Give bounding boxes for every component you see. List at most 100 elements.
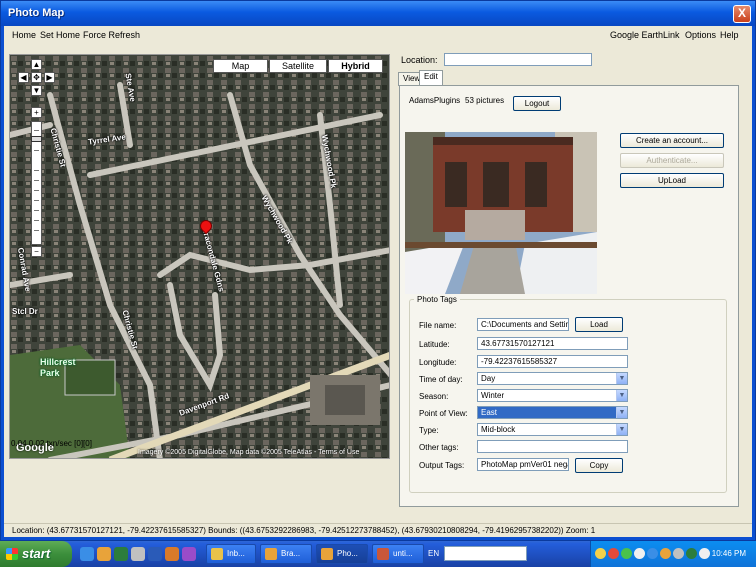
chevron-down-icon[interactable]: ▼ [616, 390, 627, 401]
language-indicator[interactable]: EN [428, 549, 439, 558]
tray-icon[interactable] [660, 548, 671, 559]
type-value: Mid-block [481, 425, 516, 434]
tab-edit[interactable]: Edit [419, 70, 443, 86]
picture-count: 53 pictures [465, 96, 505, 105]
volume-icon[interactable] [699, 548, 710, 559]
transaction-readout: 0.04 0.02 txn/sec [0][0] [11, 439, 92, 448]
other-tags-label: Other tags: [419, 443, 459, 452]
taskbar-item-untitled[interactable]: unti... [372, 544, 424, 564]
excel-icon[interactable] [114, 547, 128, 561]
account-username: AdamsPlugins [409, 96, 461, 105]
mail-icon [211, 548, 223, 560]
title-bar[interactable]: Photo Map X [1, 1, 755, 26]
pan-left-icon[interactable]: ◀ [18, 72, 29, 83]
browser-icon[interactable] [80, 547, 94, 561]
menu-options[interactable]: Options [685, 30, 716, 40]
menu-home[interactable]: Home [12, 30, 36, 40]
desktop-search-input[interactable] [444, 546, 527, 561]
word-icon[interactable] [148, 547, 162, 561]
tray-icon[interactable] [686, 548, 697, 559]
taskbar: start Inb... Bra... Pho... unti... EN 10… [0, 541, 756, 567]
map-copyright[interactable]: Imagery ©2005 DigitalGlobe, Map data ©20… [138, 449, 359, 456]
powerpoint-icon[interactable] [165, 547, 179, 561]
chevron-down-icon[interactable]: ▼ [616, 407, 627, 418]
authenticate-button: Authenticate... [620, 153, 724, 168]
start-button[interactable]: start [0, 541, 72, 567]
zoom-slider-handle[interactable] [31, 136, 42, 142]
zoom-slider-track[interactable] [31, 121, 42, 245]
menu-link[interactable]: Link [663, 30, 680, 40]
pan-right-icon[interactable]: ▶ [44, 72, 55, 83]
output-tags-label: Output Tags: [419, 461, 465, 470]
load-button[interactable]: Load [575, 317, 623, 332]
map-type-satellite[interactable]: Satellite [269, 59, 327, 73]
point-of-view-select[interactable]: East ▼ [477, 406, 628, 419]
app-window: Photo Map X Home Set Home Force Refresh … [0, 0, 756, 541]
park-label: Hillcrest Park [40, 357, 76, 378]
longitude-label: Longitude: [419, 358, 457, 367]
time-of-day-value: Day [481, 374, 496, 383]
season-label: Season: [419, 392, 449, 401]
copy-button[interactable]: Copy [575, 458, 623, 473]
system-tray: 10:46 PM [590, 541, 756, 567]
menu-set-home[interactable]: Set Home [40, 30, 80, 40]
type-label: Type: [419, 426, 439, 435]
taskbar-item-photo-map[interactable]: Pho... [316, 544, 368, 564]
tray-icon[interactable] [595, 548, 606, 559]
zoom-in-icon[interactable]: + [31, 107, 42, 118]
logout-button[interactable]: Logout [513, 96, 561, 111]
location-input[interactable] [444, 53, 592, 66]
app-icon[interactable] [182, 547, 196, 561]
other-tags-input[interactable] [477, 440, 628, 453]
file-name-label: File name: [419, 321, 457, 330]
pan-up-icon[interactable]: ▲ [31, 59, 42, 70]
file-name-input[interactable]: C:\Documents and Settin [477, 318, 569, 331]
desktop-icon[interactable] [131, 547, 145, 561]
map-type-hybrid[interactable]: Hybrid [328, 59, 383, 73]
map-imagery [10, 55, 389, 458]
paint-icon [377, 548, 389, 560]
firefox-icon[interactable] [97, 547, 111, 561]
point-of-view-value: East [481, 408, 498, 417]
menu-google-earth[interactable]: Google Earth [610, 30, 663, 40]
tray-icon[interactable] [673, 548, 684, 559]
create-account-button[interactable]: Create an account... [620, 133, 724, 148]
tray-icon[interactable] [647, 548, 658, 559]
clock[interactable]: 10:46 PM [712, 549, 746, 558]
firefox-icon [321, 548, 333, 560]
status-bar: Location: (43.67731570127121, -79.422376… [4, 523, 752, 538]
menu-help[interactable]: Help [720, 30, 739, 40]
location-label: Location: [401, 55, 438, 65]
close-button[interactable]: X [733, 5, 751, 23]
type-select[interactable]: Mid-block ▼ [477, 423, 628, 436]
latitude-input[interactable]: 43.67731570127121 [477, 337, 628, 350]
tray-icon[interactable] [621, 548, 632, 559]
client-area: Home Set Home Force Refresh Google Earth… [4, 26, 752, 537]
firefox-icon [265, 548, 277, 560]
chevron-down-icon[interactable]: ▼ [616, 373, 627, 384]
map-type-map[interactable]: Map [213, 59, 268, 73]
tray-icon[interactable] [608, 548, 619, 559]
time-of-day-select[interactable]: Day ▼ [477, 372, 628, 385]
tray-icon[interactable] [634, 548, 645, 559]
center-icon[interactable]: ✥ [31, 72, 42, 83]
house-photo-image [405, 132, 597, 294]
satellite-map[interactable]: Map Satellite Hybrid ▲ ◀ ✥ ▶ ▼ + − Tyrre… [9, 54, 390, 459]
chevron-down-icon[interactable]: ▼ [616, 424, 627, 435]
output-tags-input[interactable]: PhotoMap pmVer01 nega [477, 458, 569, 471]
point-of-view-label: Point of View: [419, 409, 468, 418]
start-label: start [22, 546, 51, 561]
latitude-label: Latitude: [419, 340, 450, 349]
window-title: Photo Map [8, 7, 65, 19]
menu-force-refresh[interactable]: Force Refresh [83, 30, 140, 40]
street-label: Stcl Dr [12, 307, 38, 316]
time-of-day-label: Time of day: [419, 375, 463, 384]
taskbar-item-inbox[interactable]: Inb... [206, 544, 256, 564]
pan-down-icon[interactable]: ▼ [31, 85, 42, 96]
zoom-out-icon[interactable]: − [31, 246, 42, 257]
season-value: Winter [481, 391, 505, 400]
season-select[interactable]: Winter ▼ [477, 389, 628, 402]
taskbar-item-browser[interactable]: Bra... [260, 544, 312, 564]
upload-button[interactable]: UpLoad [620, 173, 724, 188]
longitude-input[interactable]: -79.42237615585327 [477, 355, 628, 368]
